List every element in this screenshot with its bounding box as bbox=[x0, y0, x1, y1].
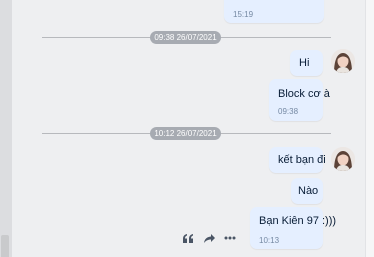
message-time: 09:38 bbox=[278, 107, 299, 116]
message-time: 15:19 bbox=[233, 10, 254, 19]
message-bubble[interactable]: kết bạn đi bbox=[269, 147, 326, 173]
message-text: Block cơ à bbox=[278, 88, 330, 100]
left-panel-handle bbox=[1, 235, 9, 257]
avatar[interactable] bbox=[331, 147, 355, 171]
more-icon[interactable] bbox=[222, 231, 238, 245]
date-divider-label: 10:12 26/07/2021 bbox=[150, 127, 221, 140]
right-panel-edge bbox=[365, 0, 374, 257]
message-text: Nào bbox=[298, 185, 319, 197]
message-bubble[interactable]: Nào bbox=[291, 178, 323, 204]
message-bubble[interactable]: Bạn Kiên 97 :))) 10:13 bbox=[250, 207, 336, 249]
share-icon[interactable] bbox=[201, 231, 217, 245]
quote-icon[interactable] bbox=[180, 231, 196, 245]
message-bubble[interactable]: 15:19 bbox=[224, 0, 324, 23]
message-time: 10:13 bbox=[259, 236, 280, 245]
message-bubble[interactable]: Hi bbox=[290, 50, 323, 76]
date-divider-label: 09:38 26/07/2021 bbox=[150, 31, 221, 44]
avatar[interactable] bbox=[331, 49, 355, 73]
message-text: kết bạn đi bbox=[278, 154, 326, 166]
left-panel-edge bbox=[0, 0, 12, 257]
message-actions bbox=[180, 231, 243, 245]
message-bubble[interactable]: Block cơ à 09:38 bbox=[269, 79, 330, 121]
message-text: Bạn Kiên 97 :))) bbox=[259, 215, 337, 227]
message-text: Hi bbox=[299, 57, 310, 69]
